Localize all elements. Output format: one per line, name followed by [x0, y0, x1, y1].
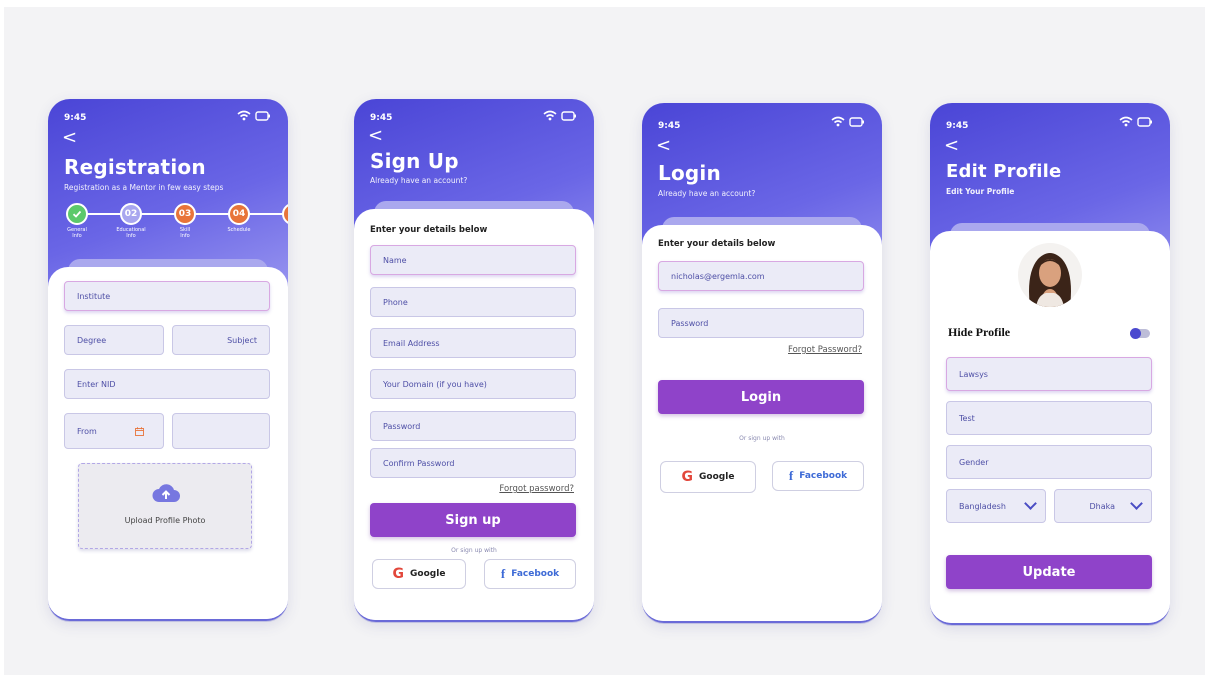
step-4-label: Schedule: [227, 227, 251, 233]
wifi-battery-icon: [1119, 116, 1152, 127]
page-subtitle: Registration as a Mentor in few easy ste…: [64, 183, 224, 192]
to-date-field[interactable]: [172, 413, 270, 449]
page-title: Sign Up: [370, 149, 459, 173]
signup-form-card: Enter your details below Name Phone Emai…: [354, 209, 594, 620]
google-icon: G: [392, 566, 405, 582]
upload-label: Upload Profile Photo: [124, 516, 206, 525]
upload-cloud-icon: [152, 484, 180, 502]
page-subtitle[interactable]: Already have an account?: [370, 176, 467, 185]
forgot-password-link[interactable]: Forgot password?: [499, 484, 574, 494]
subject-field[interactable]: Subject: [172, 325, 270, 355]
login-screen: 9:45 < Login Already have an account? En…: [642, 103, 882, 623]
phone-field[interactable]: Phone: [370, 287, 576, 317]
google-icon: G: [681, 469, 694, 485]
registration-form-card: Institute Degree Subject Enter NID From: [48, 267, 288, 619]
wifi-battery-icon: [543, 110, 576, 121]
status-time: 9:45: [370, 113, 393, 123]
step-3-label: Skill Info: [179, 227, 191, 239]
registration-stepper: 02 03 04 0 GeneralInfo EducationalInfo S…: [62, 203, 288, 239]
back-icon[interactable]: <: [656, 137, 671, 155]
email-field[interactable]: Email Address: [370, 328, 576, 358]
step-1-label: General Info: [67, 227, 87, 239]
name-field[interactable]: Lawsys: [946, 357, 1152, 391]
name-field[interactable]: Name: [370, 245, 576, 275]
confirm-password-field[interactable]: Confirm Password: [370, 448, 576, 478]
page-title: Login: [658, 161, 721, 185]
page-title: Edit Profile: [946, 161, 1062, 182]
email-field[interactable]: nicholas@ergemla.com: [658, 261, 864, 291]
wifi-battery-icon: [237, 110, 270, 121]
password-field[interactable]: Password: [370, 411, 576, 441]
avatar[interactable]: [1018, 243, 1082, 307]
step-2[interactable]: 02: [120, 203, 142, 225]
wifi-battery-icon: [831, 116, 864, 127]
google-button[interactable]: G Google: [372, 559, 466, 589]
canvas-background: 9:45 < Registration Registration as a Me…: [4, 7, 1205, 675]
section-heading: Enter your details below: [370, 225, 488, 235]
facebook-button[interactable]: f Facebook: [772, 461, 864, 491]
hide-profile-label: Hide Profile: [948, 325, 1011, 339]
password-field[interactable]: Password: [658, 308, 864, 338]
step-2-label: Educational Info: [116, 227, 146, 239]
step-1-check-icon[interactable]: [66, 203, 88, 225]
city-select[interactable]: Dhaka: [1054, 489, 1152, 523]
gender-field[interactable]: Gender: [946, 445, 1152, 479]
step-4[interactable]: 04: [228, 203, 250, 225]
login-form-card: Enter your details below nicholas@ergeml…: [642, 225, 882, 621]
domain-field[interactable]: Your Domain (if you have): [370, 369, 576, 399]
from-date-field[interactable]: From: [64, 413, 164, 449]
chevron-down-icon: [1024, 497, 1037, 510]
facebook-button[interactable]: f Facebook: [484, 559, 576, 589]
or-sign-up-with-text: Or sign up with: [451, 547, 497, 554]
facebook-icon: f: [500, 566, 506, 581]
edit-profile-card: Hide Profile Lawsys Test Gender Banglade…: [930, 231, 1170, 623]
registration-screen: 9:45 < Registration Registration as a Me…: [48, 99, 288, 621]
forgot-password-link[interactable]: Forgot Password?: [788, 345, 862, 355]
step-3[interactable]: 03: [174, 203, 196, 225]
signup-button[interactable]: Sign up: [370, 503, 576, 537]
status-time: 9:45: [946, 121, 969, 131]
step-5[interactable]: 0: [282, 203, 288, 225]
edit-profile-screen: 9:45 < Edit Profile Edit Your Profile Hi…: [930, 103, 1170, 625]
calendar-icon[interactable]: [134, 426, 144, 436]
chevron-down-icon: [1130, 497, 1143, 510]
or-sign-up-with-text: Or sign up with: [739, 435, 785, 442]
page-title: Registration: [64, 155, 206, 179]
facebook-icon: f: [788, 468, 794, 483]
status-time: 9:45: [658, 121, 681, 131]
page-subtitle[interactable]: Already have an account?: [658, 189, 755, 198]
update-button[interactable]: Update: [946, 555, 1152, 589]
back-icon[interactable]: <: [944, 137, 959, 155]
back-icon[interactable]: <: [368, 127, 383, 145]
signup-screen: 9:45 < Sign Up Already have an account? …: [354, 99, 594, 622]
login-button[interactable]: Login: [658, 380, 864, 414]
google-button[interactable]: G Google: [660, 461, 756, 493]
profession-field[interactable]: Test: [946, 401, 1152, 435]
page-subtitle: Edit Your Profile: [946, 187, 1015, 196]
hide-profile-toggle[interactable]: [1130, 328, 1150, 339]
section-heading: Enter your details below: [658, 239, 776, 249]
degree-field[interactable]: Degree: [64, 325, 164, 355]
institute-field[interactable]: Institute: [64, 281, 270, 311]
back-icon[interactable]: <: [62, 129, 77, 147]
nid-field[interactable]: Enter NID: [64, 369, 270, 399]
status-time: 9:45: [64, 113, 87, 123]
country-select[interactable]: Bangladesh: [946, 489, 1046, 523]
upload-photo-dropzone[interactable]: Upload Profile Photo: [78, 463, 252, 549]
